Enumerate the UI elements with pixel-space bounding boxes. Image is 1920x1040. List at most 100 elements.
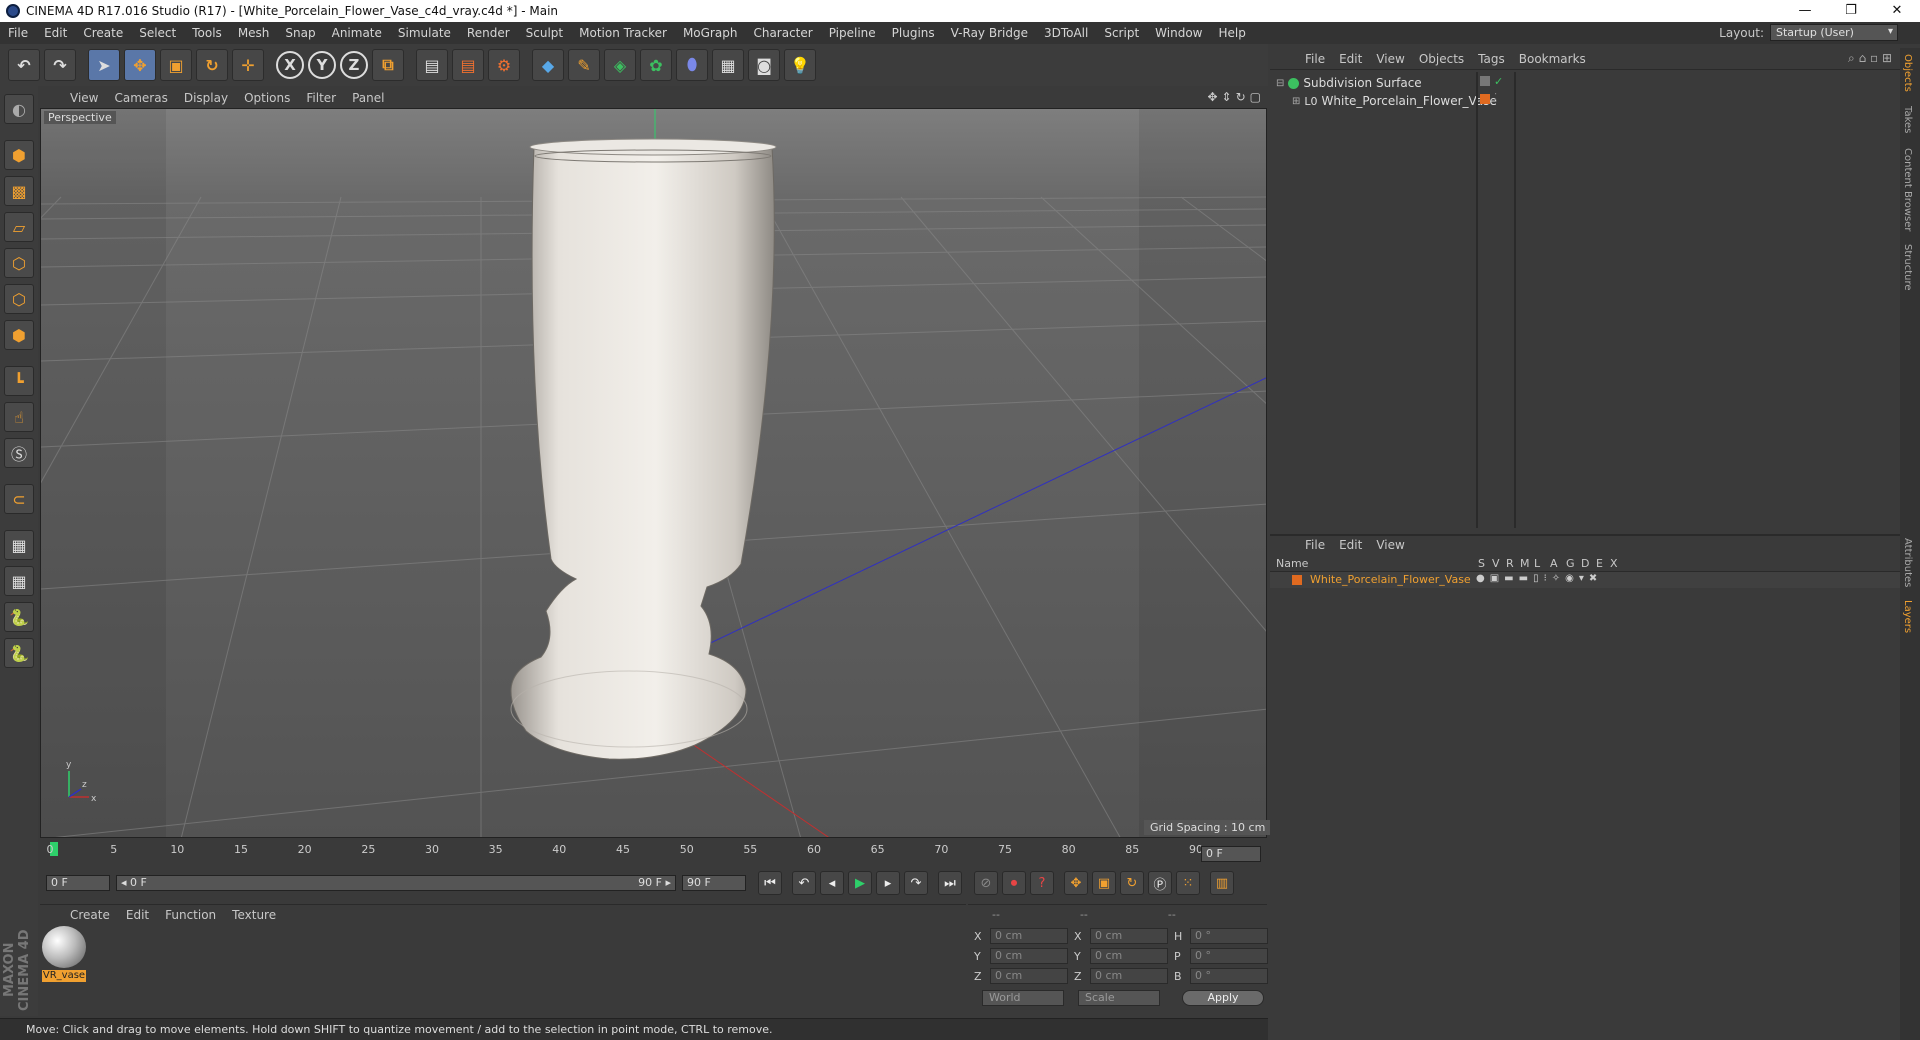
tweak-mode-icon[interactable]: ☝ [4,402,34,432]
object-menu-bookmarks[interactable]: Bookmarks [1512,52,1593,66]
minimize-button[interactable]: — [1782,0,1828,22]
tab-takes[interactable]: Takes [1902,106,1913,133]
rotation-b-field[interactable]: 0 ° [1190,968,1268,984]
next-frame-icon[interactable]: ▸ [876,871,900,895]
menu-simulate[interactable]: Simulate [390,26,459,40]
object-menu-view[interactable]: View [1369,52,1411,66]
current-frame-field[interactable]: 0 F [1201,846,1261,862]
layer-menu-file[interactable]: File [1298,538,1332,552]
object-manager-nav-icons[interactable]: ⌕ ⌂ ▫ ⊞ [1848,51,1892,66]
menu-motion-tracker[interactable]: Motion Tracker [571,26,675,40]
play-icon[interactable]: ▶ [848,871,872,895]
material-swatch[interactable] [42,926,86,968]
object-menu-tags[interactable]: Tags [1471,52,1512,66]
menu-select[interactable]: Select [131,26,184,40]
move-tool-icon[interactable]: ✥ [124,49,156,81]
layer-col-xref[interactable]: X [1610,557,1618,570]
model-mode-icon[interactable]: ⬢ [4,140,34,170]
timeline-window-icon[interactable]: ▥ [1210,871,1234,895]
rotate-tool-icon[interactable]: ↻ [196,49,228,81]
generator-enabled-icon[interactable] [1480,76,1490,86]
viewport-menu-panel[interactable]: Panel [344,91,392,105]
menu-create[interactable]: Create [75,26,131,40]
snap-magnet-icon[interactable]: ⊂ [4,484,34,514]
menu-animate[interactable]: Animate [324,26,390,40]
object-name[interactable]: Subdivision Surface [1303,76,1421,90]
start-frame-field[interactable]: 0 F [46,875,110,891]
menu-script[interactable]: Script [1096,26,1147,40]
layer-row[interactable]: White_Porcelain_Flower_Vase ●▣▬▬▯⁝✧◉▾✖ [1270,572,1900,588]
undo-button[interactable]: ↶ [8,49,40,81]
viewport-menu-filter[interactable]: Filter [298,91,344,105]
material-menu-create[interactable]: Create [62,908,118,922]
z-axis-lock[interactable]: Z [340,51,368,79]
floor-environment-icon[interactable]: ▦ [712,49,744,81]
key-pla-icon[interactable]: ⁙ [1176,871,1200,895]
deformer-icon[interactable]: ⬮ [676,49,708,81]
zoom-icon[interactable]: ⇕ [1222,90,1232,104]
size-y-field[interactable]: 0 cm [1090,948,1168,964]
position-z-field[interactable]: 0 cm [990,968,1068,984]
menu-pipeline[interactable]: Pipeline [821,26,884,40]
layer-menu-view[interactable]: View [1369,538,1411,552]
size-z-field[interactable]: 0 cm [1090,968,1168,984]
collapse-icon[interactable]: ⊟ [1276,78,1284,89]
tab-content-browser[interactable]: Content Browser [1902,148,1913,231]
menu-edit[interactable]: Edit [36,26,75,40]
layout-dropdown[interactable]: Startup (User) [1770,24,1898,41]
material-menu-edit[interactable]: Edit [118,908,157,922]
texture-mode-icon[interactable]: ▩ [4,176,34,206]
workplane-locked-icon[interactable]: ▦ [4,566,34,596]
expand-icon[interactable]: ⊞ [1292,96,1300,107]
viewport-menu-cameras[interactable]: Cameras [106,91,175,105]
layer-col-locked[interactable]: L [1534,557,1540,570]
select-tool-icon[interactable]: ➤ [88,49,120,81]
material-menu-texture[interactable]: Texture [224,908,284,922]
mograph-cloner-icon[interactable]: ✿ [640,49,672,81]
layer-col-view[interactable]: V [1492,557,1500,570]
object-menu-objects[interactable]: Objects [1412,52,1471,66]
position-x-field[interactable]: 0 cm [990,928,1068,944]
object-menu-edit[interactable]: Edit [1332,52,1369,66]
key-parameter-icon[interactable]: Ⓟ [1148,871,1172,895]
orbit-icon[interactable]: ↻ [1236,90,1246,104]
menu-mograph[interactable]: MoGraph [675,26,746,40]
toggle-view-icon[interactable]: ▢ [1250,90,1261,104]
material-menu-function[interactable]: Function [157,908,224,922]
object-row[interactable]: ⊞ L0 White_Porcelain_Flower_Vase [1292,92,1497,110]
keyframe-selection-icon[interactable]: ⊘ [974,871,998,895]
layer-color-swatch[interactable] [1292,575,1302,585]
viewport-menu-view[interactable]: View [62,91,106,105]
size-x-field[interactable]: 0 cm [1090,928,1168,944]
menu-vray-bridge[interactable]: V-Ray Bridge [943,26,1036,40]
workplane-mode-icon[interactable]: ▱ [4,212,34,242]
key-position-icon[interactable]: ✥ [1064,871,1088,895]
tab-layers[interactable]: Layers [1902,600,1913,633]
position-y-field[interactable]: 0 cm [990,948,1068,964]
coordinate-space-dropdown[interactable]: World [982,990,1064,1006]
light-icon[interactable]: 💡 [784,49,816,81]
menu-file[interactable]: File [0,26,36,40]
key-scale-icon[interactable]: ▣ [1092,871,1116,895]
tab-attributes[interactable]: Attributes [1902,538,1913,587]
scale-tool-icon[interactable]: ▣ [160,49,192,81]
object-row[interactable]: ⊟ Subdivision Surface [1276,74,1422,92]
menu-window[interactable]: Window [1147,26,1210,40]
layer-toggle-icons[interactable]: ●▣▬▬▯⁝✧◉▾✖ [1476,573,1602,584]
go-to-end-icon[interactable]: ⏭ [938,871,962,895]
close-button[interactable]: ✕ [1874,0,1920,22]
render-settings-icon[interactable]: ⚙ [488,49,520,81]
menu-render[interactable]: Render [459,26,518,40]
layer-color-icon[interactable] [1480,94,1490,104]
menu-snap[interactable]: Snap [277,26,323,40]
python-script-icon[interactable]: 🐍 [4,602,34,632]
layer-name[interactable]: White_Porcelain_Flower_Vase [1310,573,1471,586]
layer-menu-edit[interactable]: Edit [1332,538,1369,552]
menu-help[interactable]: Help [1210,26,1253,40]
timeline-ruler[interactable]: 0 5 10 15 20 25 30 35 40 45 50 55 60 65 … [40,840,1267,866]
render-view-icon[interactable]: ▤ [416,49,448,81]
previous-key-icon[interactable]: ↶ [792,871,816,895]
axis-mode-icon[interactable]: ┗ [4,366,34,396]
rotation-h-field[interactable]: 0 ° [1190,928,1268,944]
subdivision-generator-icon[interactable]: ◈ [604,49,636,81]
